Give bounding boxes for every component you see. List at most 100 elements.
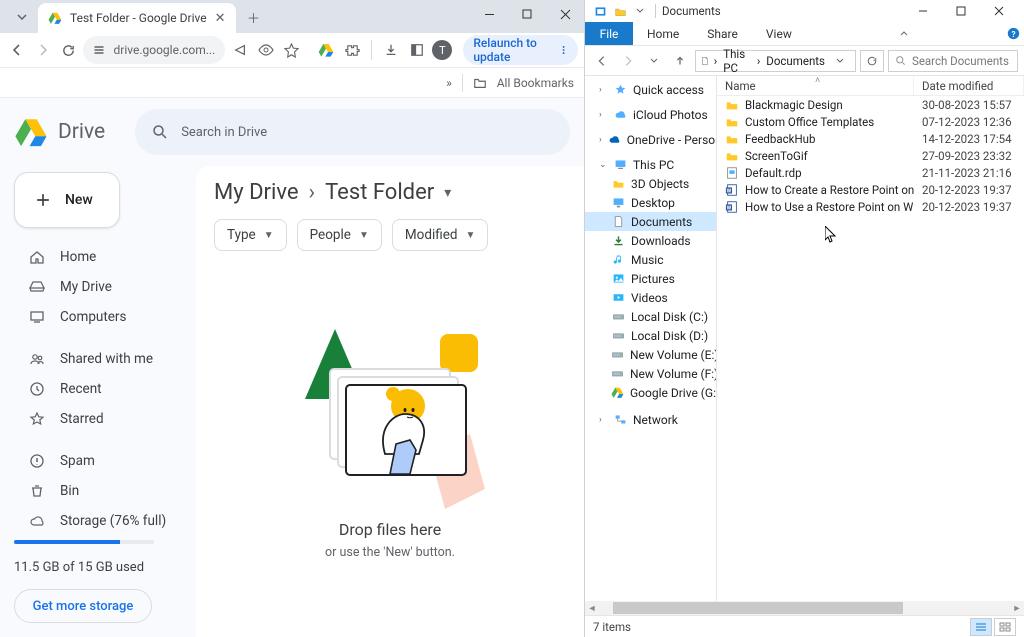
- history-dropdown[interactable]: [643, 50, 665, 72]
- tree-item[interactable]: New Volume (F:): [585, 364, 716, 383]
- help-button[interactable]: ?: [1002, 22, 1024, 45]
- nav-bin[interactable]: Bin: [14, 476, 182, 506]
- ribbon-share-tab[interactable]: Share: [693, 22, 752, 45]
- drive-search[interactable]: Search in Drive: [135, 109, 570, 155]
- nav-shared[interactable]: Shared with me: [14, 344, 182, 374]
- crumb-separator-icon[interactable]: ›: [712, 54, 719, 68]
- tree-item[interactable]: ›OneDrive - Personal: [585, 130, 716, 149]
- tree-item[interactable]: Local Disk (C:): [585, 307, 716, 326]
- reload-button[interactable]: [58, 36, 80, 64]
- sidepanel-icon[interactable]: [406, 36, 428, 64]
- file-row[interactable]: WHow to Use a Restore Point on Windows .…: [717, 198, 1024, 215]
- nav-spam[interactable]: Spam: [14, 446, 182, 476]
- scroll-left-icon[interactable]: ◄: [585, 603, 599, 614]
- nav-home[interactable]: Home: [14, 242, 182, 272]
- tree-item[interactable]: Documents: [585, 212, 716, 231]
- folder-dropdown-icon[interactable]: ▾: [444, 185, 451, 201]
- tree-item[interactable]: Google Drive (G:): [585, 383, 716, 402]
- details-view-button[interactable]: [970, 618, 992, 636]
- tab-close-button[interactable]: ✕: [215, 11, 226, 26]
- file-row[interactable]: Custom Office Templates07-12-2023 12:36: [717, 113, 1024, 130]
- forward-button[interactable]: [617, 50, 639, 72]
- file-row[interactable]: Blackmagic Design30-08-2023 15:57: [717, 96, 1024, 113]
- nav-computers[interactable]: Computers: [14, 302, 182, 332]
- forward-button[interactable]: [32, 36, 54, 64]
- ribbon-expand-button[interactable]: [895, 22, 913, 45]
- bookmark-star-icon[interactable]: [281, 36, 303, 64]
- tree-item[interactable]: Pictures: [585, 269, 716, 288]
- tree-item[interactable]: ›Quick access: [585, 80, 716, 99]
- address-bar[interactable]: drive.google.com...: [83, 36, 225, 64]
- relaunch-button[interactable]: Relaunch to update: [463, 35, 578, 65]
- share-button[interactable]: [229, 36, 251, 64]
- bookmarks-overflow-icon[interactable]: »: [446, 76, 452, 90]
- nav-mydrive[interactable]: My Drive: [14, 272, 182, 302]
- qat-dropdown-icon[interactable]: [631, 2, 649, 20]
- horizontal-scrollbar[interactable]: ◄ ►: [585, 601, 1024, 615]
- tree-item[interactable]: 3D Objects: [585, 174, 716, 193]
- refresh-button[interactable]: [860, 50, 884, 72]
- get-more-storage-button[interactable]: Get more storage: [14, 589, 152, 623]
- file-rows[interactable]: Blackmagic Design30-08-2023 15:57Custom …: [717, 96, 1024, 601]
- profile-avatar[interactable]: T: [432, 36, 454, 64]
- tree-item[interactable]: New Volume (E:): [585, 345, 716, 364]
- dropzone[interactable]: Drop files here or use the 'New' button.: [214, 251, 566, 623]
- nav-recent[interactable]: Recent: [14, 374, 182, 404]
- tree-item[interactable]: Music: [585, 250, 716, 269]
- tree-item[interactable]: Local Disk (D:): [585, 326, 716, 345]
- up-button[interactable]: [669, 50, 691, 72]
- ribbon-file-tab[interactable]: File: [585, 22, 633, 45]
- extensions-icon[interactable]: [341, 36, 363, 64]
- crumb-separator-icon[interactable]: ›: [755, 54, 762, 68]
- chrome-tab-active[interactable]: Test Folder - Google Drive ✕: [38, 3, 236, 33]
- tree-item[interactable]: ⌄This PC: [585, 155, 716, 174]
- download-icon[interactable]: [380, 36, 402, 64]
- scroll-right-icon[interactable]: ►: [1010, 603, 1024, 614]
- onedrive-icon: [608, 133, 621, 146]
- close-button[interactable]: [980, 0, 1018, 22]
- maximize-button[interactable]: [508, 0, 546, 28]
- chip-modified[interactable]: Modified▼: [392, 219, 489, 251]
- crumb-documents[interactable]: Documents: [764, 54, 827, 68]
- scrollbar-thumb[interactable]: [613, 602, 903, 614]
- file-row[interactable]: WHow to Create a Restore Point on Windo.…: [717, 181, 1024, 198]
- folder-qat-icon[interactable]: [591, 2, 609, 20]
- crumb-thispc[interactable]: This PC: [721, 47, 753, 75]
- back-button[interactable]: [591, 50, 613, 72]
- nav-storage[interactable]: Storage (76% full): [14, 506, 182, 536]
- tree-item[interactable]: Downloads: [585, 231, 716, 250]
- back-button[interactable]: [6, 36, 28, 64]
- ribbon-home-tab[interactable]: Home: [633, 22, 693, 45]
- tree-item[interactable]: ›Network: [585, 410, 716, 429]
- eye-icon[interactable]: [255, 36, 277, 64]
- ribbon-view-tab[interactable]: View: [752, 22, 806, 45]
- breadcrumb-root[interactable]: My Drive: [214, 180, 299, 205]
- new-tab-button[interactable]: ＋: [242, 5, 266, 29]
- address-crumbs[interactable]: › This PC › Documents: [695, 50, 856, 72]
- tree-item[interactable]: Desktop: [585, 193, 716, 212]
- close-window-button[interactable]: [546, 0, 584, 28]
- explorer-tree[interactable]: ›Quick access ›iCloud Photos ›OneDrive - P…: [585, 76, 717, 601]
- breadcrumb-current[interactable]: Test Folder: [325, 180, 434, 205]
- tab-search-button[interactable]: [10, 5, 34, 29]
- minimize-button[interactable]: [904, 0, 942, 22]
- nav-starred[interactable]: Starred: [14, 404, 182, 434]
- drive-ext-icon[interactable]: [315, 36, 337, 64]
- file-row[interactable]: ScreenToGif27-09-2023 23:32: [717, 147, 1024, 164]
- address-dropdown[interactable]: [829, 50, 851, 72]
- file-row[interactable]: FeedbackHub14-12-2023 17:54: [717, 130, 1024, 147]
- drive-logo[interactable]: Drive: [14, 115, 105, 149]
- chip-type[interactable]: Type▼: [214, 219, 287, 251]
- file-row[interactable]: Default.rdp21-11-2023 21:16: [717, 164, 1024, 181]
- explorer-search[interactable]: Search Documents: [888, 50, 1018, 72]
- icons-view-button[interactable]: [994, 618, 1016, 636]
- new-button[interactable]: New: [14, 172, 120, 228]
- explorer-qat-icon[interactable]: [611, 2, 629, 20]
- tree-item[interactable]: ›iCloud Photos: [585, 105, 716, 124]
- column-headers[interactable]: Name˄ Date modified: [717, 76, 1024, 96]
- maximize-button[interactable]: [942, 0, 980, 22]
- all-bookmarks-button[interactable]: All Bookmarks: [497, 76, 574, 90]
- minimize-button[interactable]: [470, 0, 508, 28]
- tree-item[interactable]: Videos: [585, 288, 716, 307]
- chip-people[interactable]: People▼: [297, 219, 382, 251]
